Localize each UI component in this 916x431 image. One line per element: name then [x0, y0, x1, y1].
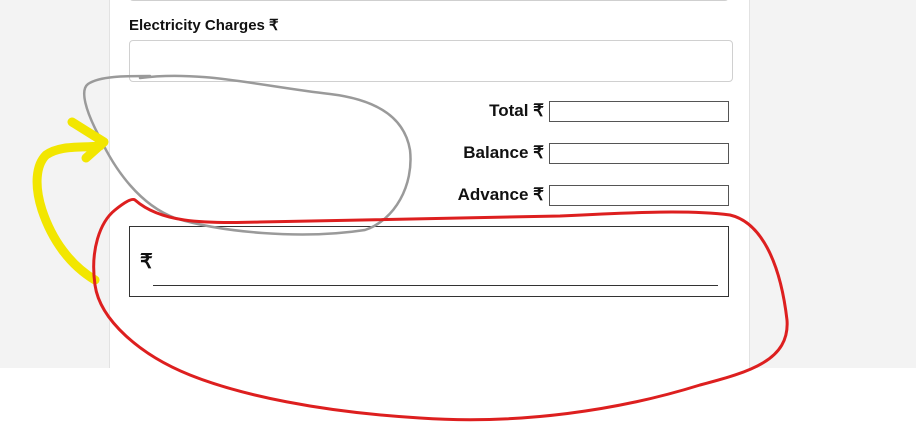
balance-input[interactable]	[549, 142, 729, 164]
balance-label: Balance ₹	[463, 143, 544, 162]
advance-label: Advance ₹	[457, 185, 544, 204]
total-input[interactable]	[549, 100, 729, 122]
rupee-symbol: ₹	[140, 251, 153, 273]
advance-input[interactable]	[549, 184, 729, 206]
amount-in-words-box[interactable]: ₹	[129, 226, 729, 297]
previous-input-field[interactable]	[129, 0, 729, 1]
electricity-charges-input[interactable]	[129, 40, 733, 82]
total-label: Total ₹	[489, 101, 544, 120]
total-row: Total ₹	[489, 100, 729, 122]
balance-row: Balance ₹	[463, 142, 729, 164]
advance-row: Advance ₹	[458, 184, 729, 206]
electricity-charges-label: Electricity Charges ₹	[129, 17, 279, 34]
amount-underline	[153, 285, 718, 286]
